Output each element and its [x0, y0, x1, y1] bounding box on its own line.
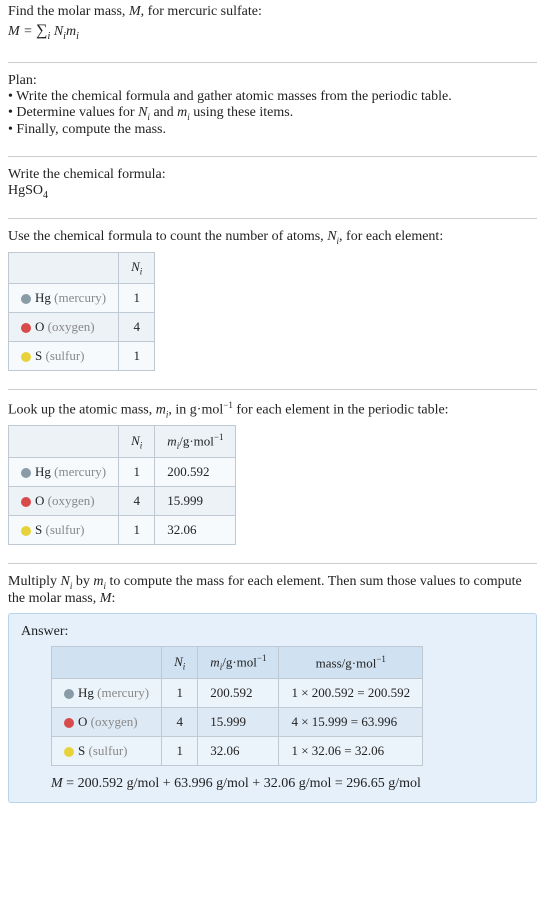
element-cell: Hg (mercury) — [52, 678, 162, 707]
table-header-mass: mass/g·mol−1 — [279, 646, 423, 678]
n-value: 4 — [119, 487, 155, 516]
m-value: 200.592 — [155, 458, 236, 487]
answer-box: Answer: Ni mi/g·mol−1 mass/g·mol−1 Hg (m… — [8, 613, 537, 803]
o-dot-icon — [21, 497, 31, 507]
intro-section: Find the molar mass, M, for mercuric sul… — [8, 4, 537, 52]
table-header-blank — [9, 253, 119, 284]
table-header-mi: mi/g·mol−1 — [198, 646, 279, 678]
table-header-blank — [9, 426, 119, 458]
m-value: 200.592 — [198, 678, 279, 707]
element-cell: O (oxygen) — [9, 487, 119, 516]
count-table: Ni Hg (mercury) 1 O (oxygen) 4 S (sulfur… — [8, 252, 155, 371]
plan-heading: Plan: — [8, 73, 537, 89]
multiply-text: Multiply Ni by mi to compute the mass fo… — [8, 574, 537, 607]
plan-section: Plan: • Write the chemical formula and g… — [8, 73, 537, 146]
molar-mass-formula: M = ∑i Nimi — [8, 22, 537, 42]
table-header-ni: Ni — [119, 426, 155, 458]
element-cell: Hg (mercury) — [9, 458, 119, 487]
element-cell: S (sulfur) — [52, 736, 162, 765]
formula-heading: Write the chemical formula: — [8, 167, 537, 183]
element-cell: O (oxygen) — [52, 707, 162, 736]
chemical-formula: HgSO4 — [8, 183, 537, 201]
table-row: S (sulfur) 1 32.06 — [9, 516, 236, 545]
m-value: 32.06 — [155, 516, 236, 545]
table-header-ni: Ni — [119, 253, 155, 284]
formula-section: Write the chemical formula: HgSO4 — [8, 167, 537, 209]
table-row: S (sulfur) 1 32.06 1 × 32.06 = 32.06 — [52, 736, 423, 765]
n-value: 1 — [162, 678, 198, 707]
table-row: Hg (mercury) 1 200.592 — [9, 458, 236, 487]
intro-line: Find the molar mass, M, for mercuric sul… — [8, 4, 537, 20]
hg-dot-icon — [21, 294, 31, 304]
divider — [8, 389, 537, 390]
final-answer: M = 200.592 g/mol + 63.996 g/mol + 32.06… — [51, 776, 524, 792]
m-value: 32.06 — [198, 736, 279, 765]
count-section: Use the chemical formula to count the nu… — [8, 229, 537, 378]
lookup-table: Ni mi/g·mol−1 Hg (mercury) 1 200.592 O (… — [8, 425, 236, 545]
table-header-row: Ni — [9, 253, 155, 284]
plan-bullet-2: • Determine values for Ni and mi using t… — [8, 105, 537, 122]
table-row: O (oxygen) 4 — [9, 312, 155, 341]
element-cell: O (oxygen) — [9, 312, 119, 341]
n-value: 1 — [119, 283, 155, 312]
divider — [8, 218, 537, 219]
n-value: 1 — [119, 516, 155, 545]
o-dot-icon — [64, 718, 74, 728]
n-value: 1 — [119, 341, 155, 370]
divider — [8, 156, 537, 157]
m-value: 15.999 — [155, 487, 236, 516]
divider — [8, 62, 537, 63]
m-value: 15.999 — [198, 707, 279, 736]
s-dot-icon — [21, 352, 31, 362]
o-dot-icon — [21, 323, 31, 333]
s-dot-icon — [21, 526, 31, 536]
lookup-heading: Look up the atomic mass, mi, in g·mol−1 … — [8, 400, 537, 419]
table-row: Hg (mercury) 1 — [9, 283, 155, 312]
element-cell: S (sulfur) — [9, 516, 119, 545]
n-value: 1 — [162, 736, 198, 765]
table-header-blank — [52, 646, 162, 678]
hg-dot-icon — [21, 468, 31, 478]
divider — [8, 563, 537, 564]
table-header-mi: mi/g·mol−1 — [155, 426, 236, 458]
hg-dot-icon — [64, 689, 74, 699]
n-value: 1 — [119, 458, 155, 487]
table-row: O (oxygen) 4 15.999 4 × 15.999 = 63.996 — [52, 707, 423, 736]
plan-bullet-3: • Finally, compute the mass. — [8, 122, 537, 138]
s-dot-icon — [64, 747, 74, 757]
table-row: O (oxygen) 4 15.999 — [9, 487, 236, 516]
intro-text-suffix: , for mercuric sulfate: — [141, 4, 262, 19]
table-row: S (sulfur) 1 — [9, 341, 155, 370]
mass-calc: 4 × 15.999 = 63.996 — [279, 707, 423, 736]
table-header-row: Ni mi/g·mol−1 mass/g·mol−1 — [52, 646, 423, 678]
plan-bullet-1: • Write the chemical formula and gather … — [8, 89, 537, 105]
intro-text-prefix: Find the molar mass, — [8, 4, 129, 19]
element-cell: S (sulfur) — [9, 341, 119, 370]
count-heading: Use the chemical formula to count the nu… — [8, 229, 537, 246]
answer-table: Ni mi/g·mol−1 mass/g·mol−1 Hg (mercury) … — [51, 646, 423, 766]
n-value: 4 — [162, 707, 198, 736]
mass-calc: 1 × 200.592 = 200.592 — [279, 678, 423, 707]
mass-calc: 1 × 32.06 = 32.06 — [279, 736, 423, 765]
multiply-section: Multiply Ni by mi to compute the mass fo… — [8, 574, 537, 811]
table-header-row: Ni mi/g·mol−1 — [9, 426, 236, 458]
n-value: 4 — [119, 312, 155, 341]
element-cell: Hg (mercury) — [9, 283, 119, 312]
lookup-section: Look up the atomic mass, mi, in g·mol−1 … — [8, 400, 537, 553]
table-header-ni: Ni — [162, 646, 198, 678]
answer-label: Answer: — [21, 624, 524, 640]
table-row: Hg (mercury) 1 200.592 1 × 200.592 = 200… — [52, 678, 423, 707]
intro-M: M — [129, 4, 141, 19]
